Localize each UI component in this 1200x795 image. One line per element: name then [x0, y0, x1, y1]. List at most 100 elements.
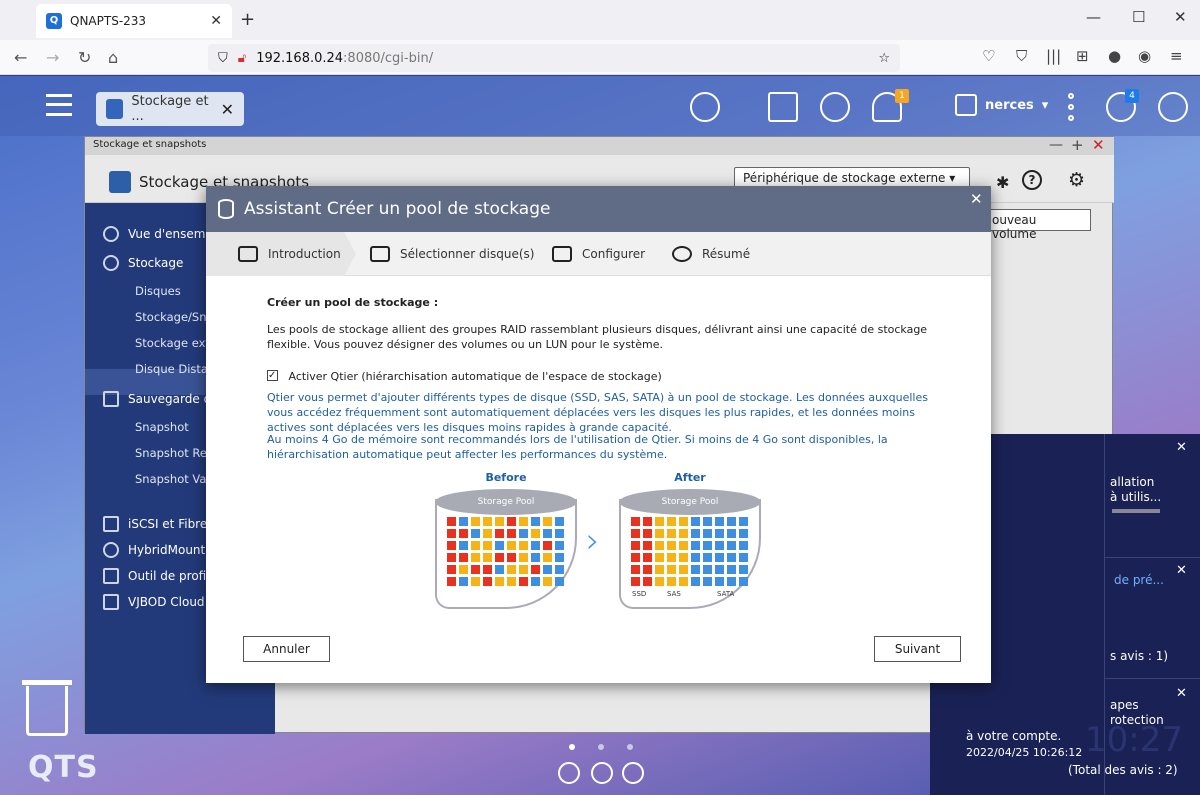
more-options-icon[interactable]: [1068, 93, 1074, 121]
home-icon[interactable]: ⌂: [108, 48, 118, 67]
wizard-steps: Introduction Sélectionner disque(s) Conf…: [206, 232, 991, 276]
backup-icon: [103, 391, 119, 407]
disk-cell: [507, 541, 516, 550]
step-summary: Résumé: [672, 246, 750, 262]
disk-cell: [519, 553, 528, 562]
dock-cloud-icon[interactable]: [558, 762, 580, 784]
bookmark-star-icon[interactable]: ☆: [878, 51, 890, 66]
before-cylinder: [435, 499, 577, 609]
disk-cell: [691, 565, 700, 574]
disk-cell: [555, 541, 564, 550]
shield-check-icon[interactable]: ⛉: [1016, 47, 1027, 65]
tool-icon: [103, 568, 119, 584]
app-maximize-icon[interactable]: +: [1071, 136, 1084, 154]
after-label: After: [674, 471, 706, 484]
disk-cell: [471, 541, 480, 550]
notification-badge: 1: [895, 89, 909, 103]
dock-tools-icon[interactable]: [591, 762, 613, 784]
page-dot[interactable]: [627, 744, 633, 750]
disk-cell: [643, 553, 652, 562]
new-tab-icon[interactable]: +: [240, 9, 255, 30]
menu-icon[interactable]: ≡: [1170, 47, 1183, 65]
window-close-icon[interactable]: ✕: [1174, 8, 1187, 26]
browser-tab-title: QNAPTS-233: [70, 14, 147, 28]
notification-link[interactable]: de pré...: [1114, 573, 1164, 587]
app-tab-storage[interactable]: Stockage et ... ✕: [96, 92, 244, 126]
disk-cell: [631, 517, 640, 526]
shield-icon[interactable]: ⛉: [218, 51, 228, 66]
disk-cell: [655, 577, 664, 586]
wizard-close-icon[interactable]: ✕: [970, 190, 983, 208]
insecure-lock-icon[interactable]: 🔓︎: [238, 51, 246, 66]
sidebar-label: VJBOD Cloud: [128, 595, 205, 609]
page-dot-active[interactable]: [569, 744, 575, 750]
disk-cell: [531, 577, 540, 586]
notification-close-icon[interactable]: ✕: [1176, 563, 1187, 578]
disk-cell: [519, 565, 528, 574]
disk-cell: [643, 541, 652, 550]
next-button[interactable]: Suivant: [874, 636, 961, 662]
disk-cell: [715, 517, 724, 526]
user-menu[interactable]: nerces ▾: [955, 94, 1048, 116]
disk-cell: [471, 565, 480, 574]
dashboard-icon[interactable]: [1158, 92, 1188, 122]
task-icon[interactable]: [768, 92, 798, 122]
disk-cell: [655, 529, 664, 538]
disk-cell: [471, 529, 480, 538]
url-bar[interactable]: ⛉ 🔓︎ 192.168.0.24:8080/cgi-bin/ ☆: [208, 44, 900, 72]
disk-cell: [495, 517, 504, 526]
page-dot[interactable]: [598, 744, 604, 750]
forward-icon[interactable]: →: [46, 48, 59, 67]
disk-cell: [519, 541, 528, 550]
cancel-button[interactable]: Annuler: [243, 636, 330, 662]
sidebar-label: HybridMount: [128, 543, 206, 557]
close-tab-icon[interactable]: ✕: [210, 13, 222, 29]
qtier-checkbox[interactable]: [267, 368, 278, 383]
dock-book-icon[interactable]: [622, 762, 644, 784]
disk-cell: [679, 541, 688, 550]
disk-cell: [691, 577, 700, 586]
reload-icon[interactable]: ↻: [78, 48, 91, 67]
addon-icon[interactable]: ◉: [1138, 47, 1151, 65]
notification-text: allation: [1110, 475, 1155, 489]
disk-cell: [643, 565, 652, 574]
disk-cell: [483, 565, 492, 574]
qtier-info: Qtier vous permet d'ajouter différents t…: [267, 391, 928, 434]
profile-icon[interactable]: ●: [1108, 47, 1121, 65]
disk-cell: [715, 541, 724, 550]
disk-cell: [691, 517, 700, 526]
main-menu-icon[interactable]: [46, 94, 72, 116]
pocket-icon[interactable]: ♡: [982, 47, 995, 65]
browser-tab[interactable]: Q QNAPTS-233 ✕: [36, 4, 232, 38]
iscsi-icon: [103, 516, 119, 532]
storage-app-icon: [106, 99, 124, 119]
search-icon[interactable]: [690, 92, 720, 122]
disk-cell: [703, 529, 712, 538]
sync-icon[interactable]: [820, 92, 850, 122]
app-close-icon[interactable]: ✕: [1092, 136, 1105, 154]
help-icon[interactable]: ?: [1022, 170, 1042, 190]
disk-cell: [631, 541, 640, 550]
notification-count: (Total des avis : 2): [1068, 763, 1178, 777]
settings-gear-icon[interactable]: ⚙: [1068, 169, 1085, 191]
library-icon[interactable]: |||: [1046, 47, 1061, 65]
back-icon[interactable]: ←: [14, 48, 27, 67]
notification-separator: [1104, 557, 1200, 558]
diagnostic-icon[interactable]: ✱: [996, 173, 1009, 192]
app-minimize-icon[interactable]: —: [1049, 137, 1063, 153]
qtier-checkbox-row[interactable]: Activer Qtier (hiérarchisation automatiq…: [267, 368, 947, 384]
notification-close-icon[interactable]: ✕: [1176, 686, 1187, 701]
close-app-icon[interactable]: ✕: [221, 100, 234, 119]
trash-icon[interactable]: [26, 686, 68, 736]
minimize-icon[interactable]: —: [1086, 8, 1101, 26]
disk-cell: [459, 565, 468, 574]
extension-icon[interactable]: ⊞: [1076, 47, 1089, 65]
disk-cell: [555, 553, 564, 562]
disk-cell: [459, 517, 468, 526]
notification-close-icon[interactable]: ✕: [1176, 440, 1187, 455]
disk-cell: [703, 565, 712, 574]
chevron-down-icon: ▾: [1041, 97, 1049, 113]
app-tab-label: Stockage et ...: [131, 94, 209, 124]
new-volume-button[interactable]: ouveau volume: [985, 209, 1091, 241]
maximize-icon[interactable]: ☐: [1132, 8, 1145, 26]
